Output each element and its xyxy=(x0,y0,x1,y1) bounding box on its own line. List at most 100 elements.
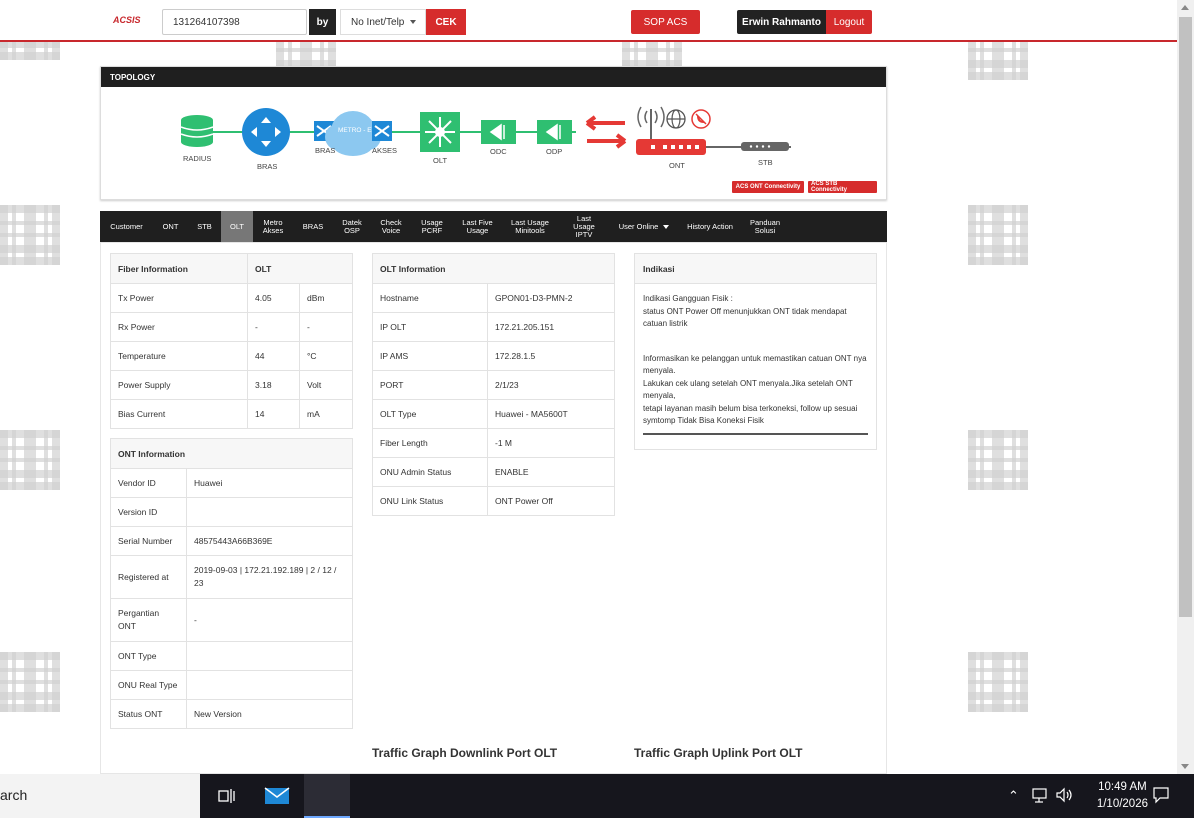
tab-check-voice[interactable]: Check Voice xyxy=(371,211,411,242)
olt-information-header: OLT Information xyxy=(372,253,615,284)
ont-label: Registered at xyxy=(110,555,187,599)
indikasi-header: Indikasi xyxy=(635,254,876,284)
search-input[interactable] xyxy=(162,9,307,35)
chevron-down-icon xyxy=(410,20,417,24)
tab-customer[interactable]: Customer xyxy=(100,211,153,242)
fiber-information-table: Fiber Information OLT Tx Power 4.05 dBm … xyxy=(110,253,353,429)
volume-icon[interactable] xyxy=(1055,787,1073,806)
bras2-label: BRAS xyxy=(315,146,336,155)
bidirectional-arrows-icon xyxy=(585,115,627,149)
windows-taskbar: arch ⌃ 10:49 AM 1/10/2026 xyxy=(0,774,1194,818)
fiber-label: Power Supply xyxy=(110,370,248,400)
table-row: Power Supply 3.18 Volt xyxy=(110,370,353,400)
ont-router-icon xyxy=(636,106,706,155)
fiber-label: Rx Power xyxy=(110,312,248,342)
table-row: Status ONT New Version xyxy=(110,699,353,729)
topology-panel: TOPOLOGY RADIUS BRAS BRAS METRO - E AKSE… xyxy=(100,66,887,200)
olt-value: 172.21.205.151 xyxy=(487,312,615,342)
table-row: Fiber Length -1 M xyxy=(372,428,615,458)
page-scrollbar[interactable] xyxy=(1177,0,1194,774)
search-type-select[interactable]: No Inet/Telp xyxy=(340,9,426,35)
olt-value: 172.28.1.5 xyxy=(487,341,615,371)
scroll-up-icon[interactable] xyxy=(1181,5,1189,10)
ont-value xyxy=(186,497,353,527)
cek-button[interactable]: CEK xyxy=(426,9,466,35)
user-name[interactable]: Erwin Rahmanto xyxy=(737,10,826,34)
ont-label: Serial Number xyxy=(110,526,187,556)
mail-icon[interactable] xyxy=(263,782,291,810)
fiber-unit: - xyxy=(299,312,353,342)
bras-label: BRAS xyxy=(257,162,278,171)
watermark xyxy=(0,652,60,712)
tab-last-five-usage[interactable]: Last Five Usage xyxy=(453,211,502,242)
task-view-icon[interactable] xyxy=(213,782,241,810)
by-label: by xyxy=(309,9,336,35)
downlink-graph-title: Traffic Graph Downlink Port OLT xyxy=(372,746,558,760)
table-row: Serial Number 48575443A66B369E xyxy=(110,526,353,556)
tab-usage-pcrf[interactable]: Usage PCRF xyxy=(411,211,453,242)
tab-user-online[interactable]: User Online xyxy=(610,211,678,242)
taskbar-search-box[interactable]: arch xyxy=(0,774,200,818)
table-row: ONU Real Type xyxy=(110,670,353,700)
notification-icon[interactable] xyxy=(1152,786,1170,807)
network-icon[interactable] xyxy=(1031,787,1049,806)
olt-value: ENABLE xyxy=(487,457,615,487)
switch-icon xyxy=(372,121,392,141)
tab-panduan-solusi[interactable]: Panduan Solusi xyxy=(742,211,788,242)
radius-label: RADIUS xyxy=(183,154,212,163)
scroll-down-icon[interactable] xyxy=(1181,764,1189,769)
olt-label: ONU Admin Status xyxy=(372,457,488,487)
odp-icon xyxy=(537,120,572,144)
olt-value: 2/1/23 xyxy=(487,370,615,400)
fiber-value: 4.05 xyxy=(247,283,300,313)
ont-label: ONU Real Type xyxy=(110,670,187,700)
table-row: Version ID xyxy=(110,497,353,527)
table-row: Pergantian ONT - xyxy=(110,598,353,642)
fiber-unit: dBm xyxy=(299,283,353,313)
fiber-information-header: Fiber Information xyxy=(110,253,248,284)
tab-last-usage-iptv[interactable]: Last Usage IPTV xyxy=(558,211,610,242)
topology-title: TOPOLOGY xyxy=(101,67,886,87)
indikasi-body: Indikasi Gangguan Fisik : status ONT Pow… xyxy=(635,284,876,437)
olt-value: -1 M xyxy=(487,428,615,458)
odc-label: ODC xyxy=(490,147,507,156)
tab-bras[interactable]: BRAS xyxy=(293,211,333,242)
table-row: ONU Link Status ONT Power Off xyxy=(372,486,615,516)
indikasi-text: Lakukan cek ulang setelah ONT menyala.Ji… xyxy=(643,378,853,401)
acs-stb-connectivity-button[interactable]: ACS STB Connectivity xyxy=(808,181,877,193)
table-row: IP OLT 172.21.205.151 xyxy=(372,312,615,342)
ont-value xyxy=(186,641,353,671)
stb-label: STB xyxy=(758,158,773,167)
tab-metro-akses[interactable]: Metro Akses xyxy=(253,211,293,242)
active-app-indicator xyxy=(304,774,350,818)
tab-datek-osp[interactable]: Datek OSP xyxy=(333,211,371,242)
akses-label: AKSES xyxy=(372,146,398,155)
odc-icon xyxy=(481,120,516,144)
logout-button[interactable]: Logout xyxy=(826,10,872,34)
ont-label: Status ONT xyxy=(110,699,187,729)
scroll-thumb[interactable] xyxy=(1179,17,1192,617)
olt-value: Huawei - MA5600T xyxy=(487,399,615,429)
ont-information-table: ONT Information Vendor ID Huawei Version… xyxy=(110,438,353,729)
sop-acs-button[interactable]: SOP ACS xyxy=(631,10,700,34)
metro-label: METRO - E xyxy=(338,127,372,134)
fiber-unit: mA xyxy=(299,399,353,429)
system-clock[interactable]: 10:49 AM 1/10/2026 xyxy=(1097,779,1148,813)
tab-stb[interactable]: STB xyxy=(188,211,221,242)
table-row: Vendor ID Huawei xyxy=(110,468,353,498)
table-row: IP AMS 172.28.1.5 xyxy=(372,341,615,371)
ont-label: Pergantian ONT xyxy=(110,598,187,642)
tab-last-usage-minitools[interactable]: Last Usage Minitools xyxy=(502,211,558,242)
tab-olt[interactable]: OLT xyxy=(221,211,253,242)
acs-ont-connectivity-button[interactable]: ACS ONT Connectivity xyxy=(732,181,804,193)
tab-history-action[interactable]: History Action xyxy=(678,211,742,242)
fiber-value: - xyxy=(247,312,300,342)
fiber-label: Bias Current xyxy=(110,399,248,429)
olt-label: IP AMS xyxy=(372,341,488,371)
chevron-up-icon[interactable]: ⌃ xyxy=(1008,788,1019,804)
tab-user-online-label: User Online xyxy=(618,221,659,231)
app-logo[interactable]: ACSIS xyxy=(113,15,141,25)
tab-ont[interactable]: ONT xyxy=(153,211,188,242)
fiber-label: Temperature xyxy=(110,341,248,371)
table-row: Tx Power 4.05 dBm xyxy=(110,283,353,313)
